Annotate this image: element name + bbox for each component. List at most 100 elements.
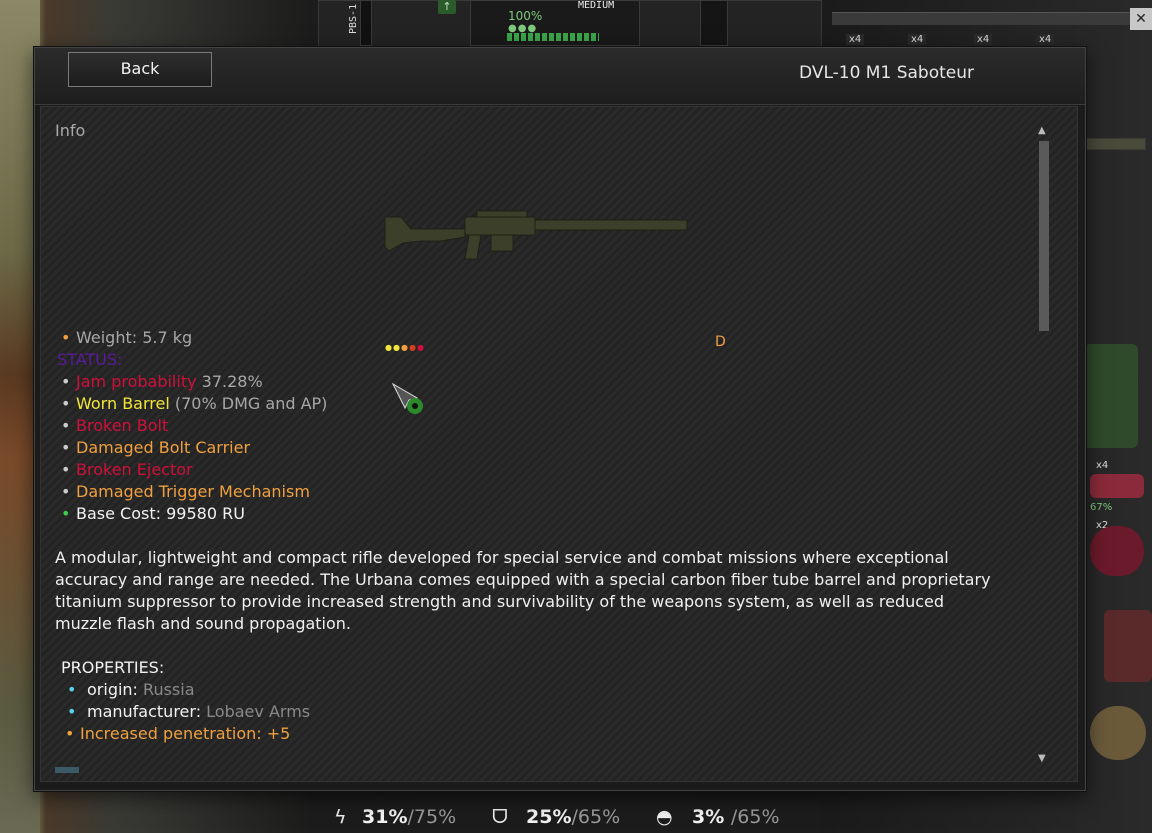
back-button[interactable]: Back (68, 52, 212, 87)
stat-label: Broken Bolt (76, 416, 169, 435)
bullet: • (61, 504, 71, 523)
stat-value: 37.28% (196, 372, 263, 391)
secondary-weapon-slot[interactable] (700, 0, 728, 46)
property-key: origin: (87, 680, 138, 699)
dialog-header: Back DVL-10 M1 Saboteur (35, 48, 1085, 105)
rarity-dot: ● (385, 343, 393, 352)
rarity-dot: ● (416, 343, 425, 352)
item-info-dialog: Back DVL-10 M1 Saboteur Info ●●●●● D • W… (34, 47, 1086, 791)
upgrade-arrow-icon[interactable]: ↑ (438, 0, 456, 14)
stamina-value: 31% (362, 806, 408, 828)
inventory-item-tube[interactable] (1084, 138, 1146, 150)
rarity-dot: ● (392, 343, 401, 352)
armor-condition-bar (507, 33, 599, 41)
grade-badge: D (715, 334, 726, 350)
cursor-icon (391, 382, 423, 414)
ammo-row: x4 x4 x4 x4 (838, 34, 1152, 48)
bullet: • (61, 394, 71, 413)
bullet: • (65, 724, 75, 743)
properties-header: PROPERTIES: (61, 658, 165, 677)
stat-base-cost: • Base Cost: 99580 RU (61, 503, 327, 525)
scroll-thumb[interactable] (1039, 141, 1049, 331)
helmet-value: 3% (692, 806, 725, 828)
property-value: Russia (143, 680, 195, 699)
inventory-header-bar (832, 12, 1152, 25)
section-label: Info (55, 121, 86, 140)
ammo-count[interactable]: x4 (846, 34, 865, 45)
ammo-count[interactable]: x4 (908, 34, 927, 45)
rifle-scope-rail (476, 210, 528, 218)
meat-icon[interactable] (1090, 474, 1144, 498)
bullet: • (61, 372, 71, 391)
stat-label: Damaged Trigger Mechanism (76, 482, 310, 501)
bonus-text: Increased penetration: +5 (80, 724, 291, 743)
item-description: A modular, lightweight and compact rifle… (55, 548, 991, 633)
jaw-max: /65% (571, 806, 621, 828)
property-bonus: • Increased penetration: +5 (61, 723, 310, 745)
bullet: • (61, 460, 71, 479)
stamina-stat: 31%/75% (362, 806, 456, 828)
rarity-dot: ● (400, 343, 409, 352)
stat-label: Damaged Bolt Carrier (76, 438, 251, 457)
jaw-value: 25% (526, 806, 572, 828)
property-key: manufacturer: (87, 702, 202, 721)
stat-label: Weight: 5.7 kg (76, 328, 193, 347)
jaw-stat: 25%/65% (526, 806, 620, 828)
rifle-image (384, 210, 688, 260)
stats-list: • Weight: 5.7 kg STATUS: • Jam probability… (57, 327, 327, 525)
property-value: Lobaev Arms (206, 702, 311, 721)
stat-broken-bolt: • Broken Bolt (61, 415, 327, 437)
bullet: • (61, 416, 71, 435)
stat-label: Jam probability (76, 372, 197, 391)
rarity-dots-text: ●●●●● (385, 343, 425, 352)
stat-broken-ejector: • Broken Ejector (61, 459, 327, 481)
scrollbar[interactable]: ▲ ▼ (1037, 125, 1049, 765)
rarity-dots: ●●●●● (385, 343, 425, 352)
meat-condition: 67% (1090, 502, 1113, 513)
stat-bolt-carrier: • Damaged Bolt Carrier (61, 437, 327, 459)
status-header: STATUS: (57, 349, 327, 371)
scroll-down-icon[interactable]: ▼ (1038, 753, 1046, 764)
stat-label: STATUS: (57, 350, 123, 369)
jaw-icon: ᗜ (492, 806, 508, 828)
canned-food-icon[interactable] (1090, 706, 1146, 760)
info-panel[interactable]: Info ●●●●● D • Weight: 5.7 kg STATUS: • J (40, 106, 1078, 782)
item-title: DVL-10 M1 Saboteur (799, 63, 974, 83)
stat-trigger: • Damaged Trigger Mechanism (61, 481, 327, 503)
bullet: • (61, 482, 71, 501)
rifle-grip (464, 234, 482, 260)
stat-value: (70% DMG and AP) (169, 394, 328, 413)
bullet: • (67, 702, 77, 721)
armor-condition: 100% (508, 9, 543, 23)
meat-count: x4 (1096, 460, 1109, 471)
rifle-receiver (464, 216, 536, 236)
stat-label: Worn Barrel (76, 394, 170, 413)
raw-meat-icon[interactable] (1104, 610, 1152, 682)
scroll-indicator (55, 767, 79, 773)
ammo-count[interactable]: x4 (1036, 34, 1055, 45)
property-manufacturer: • manufacturer: Lobaev Arms (61, 701, 310, 723)
weapon-tag: PBS-1 (348, 3, 359, 34)
backpack-icon[interactable] (1084, 344, 1138, 448)
bullet: • (61, 438, 71, 457)
helmet-stat: 3% /65% (692, 806, 780, 828)
properties-list: PROPERTIES: • origin: Russia • manufacture… (61, 657, 310, 745)
bandage-icon[interactable] (1090, 526, 1144, 576)
bullet: • (67, 680, 77, 699)
scroll-up-icon[interactable]: ▲ (1038, 125, 1046, 136)
close-icon[interactable]: ✕ (1130, 8, 1152, 30)
rarity-dot: ● (408, 343, 417, 352)
armor-class-label: MEDIUM (578, 0, 615, 11)
helmet-max: /65% (730, 806, 780, 828)
ammo-count[interactable]: x4 (974, 34, 993, 45)
stat-label: Base Cost: 99580 RU (76, 504, 245, 523)
helmet-icon: ◓ (656, 806, 673, 828)
lightning-icon: ϟ (334, 806, 347, 828)
stamina-max: /75% (407, 806, 457, 828)
rifle-magazine (490, 234, 514, 252)
stat-label: Broken Ejector (76, 460, 193, 479)
property-origin: • origin: Russia (61, 679, 310, 701)
suppressor-slot[interactable] (360, 0, 372, 46)
stat-jam: • Jam probability 37.28% (61, 371, 327, 393)
stat-worn-barrel: • Worn Barrel (70% DMG and AP) (61, 393, 327, 415)
